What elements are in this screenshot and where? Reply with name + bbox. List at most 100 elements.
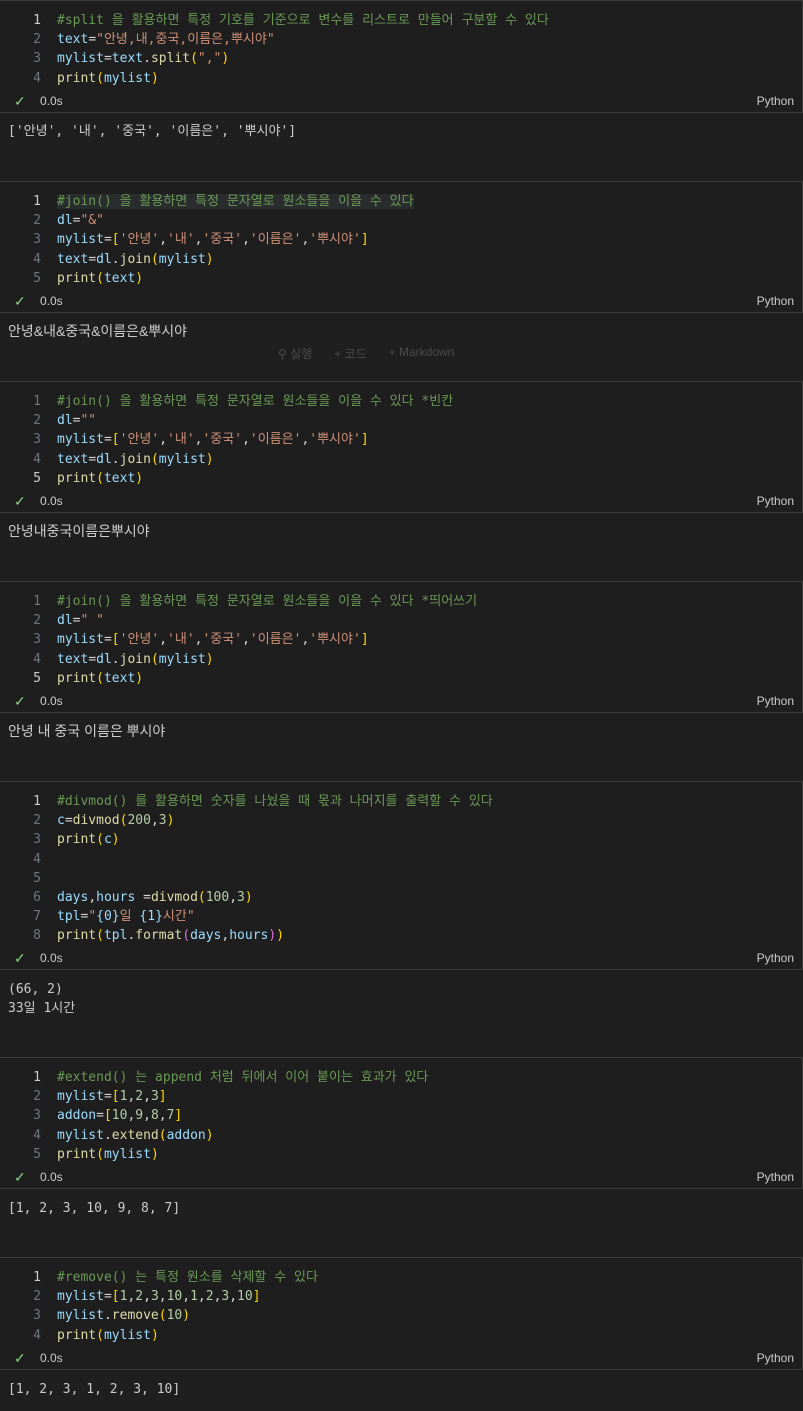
code-token: #remove() 는 특정 원소를 삭제할 수 있다 — [57, 1270, 318, 1285]
code-editor[interactable]: 1 #join() 을 활용하면 특정 문자열로 원소들을 이을 수 있다 2 dl=… — [0, 181, 803, 313]
line-number: 3 — [33, 832, 41, 848]
code-token: text — [57, 251, 89, 267]
code-cell[interactable]: 1 #remove() 는 특정 원소를 삭제할 수 있다 2 mylist=[1,2… — [0, 1257, 803, 1370]
language-selector[interactable]: Python — [757, 691, 794, 711]
code-token: text — [103, 670, 136, 686]
code-cell[interactable]: 1 #join() 을 활용하면 특정 문자열로 원소들을 이을 수 있다 *빈칸… — [0, 381, 803, 513]
code-text: #join() 을 활용하면 특정 문자열로 원소들을 이을 수 있다 — [57, 194, 414, 209]
cell-output: [1, 2, 3, 10, 9, 8, 7] — [0, 1199, 803, 1258]
code-cell[interactable]: 1 #split 을 활용하면 특정 기호를 기준으로 변수를 리스트로 만들어 … — [0, 0, 803, 113]
code-text: dl="&" — [57, 213, 104, 228]
code-line: 1 #divmod() 를 활용하면 숫자를 나눴을 때 몫과 나머지를 출력할 … — [0, 792, 802, 811]
code-editor[interactable]: 1 #extend() 는 append 처럼 뒤에서 이어 붙이는 효과가 있다… — [0, 1057, 803, 1189]
line-number: 2 — [33, 413, 41, 429]
code-line: 1 #join() 을 활용하면 특정 문자열로 원소들을 이을 수 있다 — [0, 192, 802, 211]
code-token: . — [143, 51, 151, 67]
code-text: print(text) — [57, 471, 143, 486]
code-token: print — [57, 270, 97, 286]
code-token: '안녕' — [119, 232, 160, 248]
code-token: dl — [96, 651, 112, 667]
cell-output: [1, 2, 3, 1, 2, 3, 10] — [0, 1380, 803, 1411]
run-button[interactable]: ⚲ 실행 — [278, 345, 312, 362]
code-line: 2 text="안녕,내,중국,이름은,뿌시야" — [0, 30, 802, 49]
code-token: {0} — [96, 909, 120, 925]
code-line: 2 dl="" — [0, 411, 802, 430]
code-cell[interactable]: 1 #join() 을 활용하면 특정 문자열로 원소들을 이을 수 있다 *띄어… — [0, 581, 803, 713]
output-line: [1, 2, 3, 1, 2, 3, 10] — [8, 1382, 181, 1397]
code-text: mylist.remove(10) — [57, 1308, 190, 1323]
code-token: "안녕,내,중국,이름은,뿌시야" — [96, 32, 275, 48]
line-number: 3 — [33, 432, 41, 448]
line-number: 2 — [33, 613, 41, 629]
code-line: 3 mylist.remove(10) — [0, 1306, 802, 1325]
code-editor[interactable]: 1 #join() 을 활용하면 특정 문자열로 원소들을 이을 수 있다 *띄어… — [0, 581, 803, 713]
code-editor[interactable]: 1 #split 을 활용하면 특정 기호를 기준으로 변수를 리스트로 만들어 … — [0, 0, 803, 113]
code-line: 6 days,hours =divmod(100,3) — [0, 888, 802, 907]
code-token: split — [150, 51, 191, 67]
language-selector[interactable]: Python — [757, 291, 794, 311]
code-line: 3 mylist=['안녕','내','중국','이름은','뿌시야'] — [0, 430, 802, 449]
code-token: mylist — [103, 1327, 151, 1343]
code-editor[interactable]: 1 #divmod() 를 활용하면 숫자를 나눴을 때 몫과 나머지를 출력할 … — [0, 781, 803, 970]
code-token: , — [159, 232, 168, 248]
code-token: mylist — [57, 1308, 104, 1324]
add-code-button[interactable]: + 코드 — [334, 345, 366, 362]
code-token: = — [103, 232, 112, 248]
code-token: 10 — [237, 1289, 253, 1305]
code-token: ) — [268, 928, 277, 944]
language-selector[interactable]: Python — [757, 91, 794, 111]
code-line: 4 print(mylist) — [0, 69, 802, 88]
code-cell[interactable]: 1 #divmod() 를 활용하면 숫자를 나눴을 때 몫과 나머지를 출력할 … — [0, 781, 803, 970]
line-number: 3 — [33, 232, 41, 248]
code-token: ( — [96, 1327, 104, 1343]
language-selector[interactable]: Python — [757, 948, 794, 968]
line-number: 1 — [33, 794, 41, 809]
code-text: text=dl.join(mylist) — [57, 652, 214, 667]
code-token: c — [57, 813, 65, 829]
code-token: ( — [150, 251, 159, 267]
code-line: 1 #extend() 는 append 처럼 뒤에서 이어 붙이는 효과가 있다 — [0, 1068, 802, 1087]
language-selector[interactable]: Python — [757, 1348, 794, 1368]
success-check-icon: ✓ — [14, 1169, 26, 1185]
line-number: 1 — [33, 594, 41, 609]
line-number: 5 — [33, 1146, 41, 1162]
code-token: divmod — [72, 813, 120, 829]
cell-status-bar: ✓ 0.0s Python — [0, 948, 802, 968]
code-token: mylist — [103, 1146, 151, 1162]
code-editor[interactable]: 1 #join() 을 활용하면 특정 문자열로 원소들을 이을 수 있다 *빈칸… — [0, 381, 803, 513]
code-line: 5 print(mylist) — [0, 1145, 802, 1164]
line-number: 8 — [33, 928, 41, 944]
code-token: [ — [111, 232, 120, 248]
add-markdown-button[interactable]: + Markdown — [389, 345, 455, 362]
code-token: '중국' — [202, 632, 243, 648]
success-check-icon: ✓ — [14, 93, 26, 109]
code-token: ) — [221, 51, 230, 67]
language-selector[interactable]: Python — [757, 491, 794, 511]
cell-status-bar: ✓ 0.0s Python — [0, 91, 802, 111]
line-number: 7 — [33, 909, 41, 925]
cell-output: 안녕 내 중국 이름은 뿌시야 — [0, 722, 803, 782]
code-text: text=dl.join(mylist) — [57, 452, 214, 467]
code-token: {1} — [139, 909, 163, 925]
code-token: print — [57, 470, 97, 486]
code-token: 2 — [135, 1289, 144, 1305]
code-token: text — [57, 32, 89, 48]
language-selector[interactable]: Python — [757, 1167, 794, 1187]
line-number: 3 — [33, 1308, 41, 1324]
cell-status-bar: ✓ 0.0s Python — [0, 291, 802, 311]
code-token: , — [158, 1289, 167, 1305]
cell-status-bar: ✓ 0.0s Python — [0, 1167, 802, 1187]
code-token: ( — [182, 928, 191, 944]
code-token: 3 — [158, 813, 167, 829]
line-number: 3 — [33, 632, 41, 648]
code-token: ) — [150, 1146, 159, 1162]
code-token: mylist — [57, 1127, 104, 1143]
code-token: mylist — [158, 251, 206, 267]
code-editor[interactable]: 1 #remove() 는 특정 원소를 삭제할 수 있다 2 mylist=[1,2… — [0, 1257, 803, 1370]
line-number: 2 — [33, 813, 41, 829]
code-cell[interactable]: 1 #extend() 는 append 처럼 뒤에서 이어 붙이는 효과가 있다… — [0, 1057, 803, 1189]
code-text: #divmod() 를 활용하면 숫자를 나눴을 때 몫과 나머지를 출력할 수… — [57, 794, 493, 809]
code-line: 5 — [0, 869, 802, 888]
code-cell[interactable]: 1 #join() 을 활용하면 특정 문자열로 원소들을 이을 수 있다 2 dl=… — [0, 181, 803, 313]
code-token: '안녕' — [119, 432, 160, 448]
